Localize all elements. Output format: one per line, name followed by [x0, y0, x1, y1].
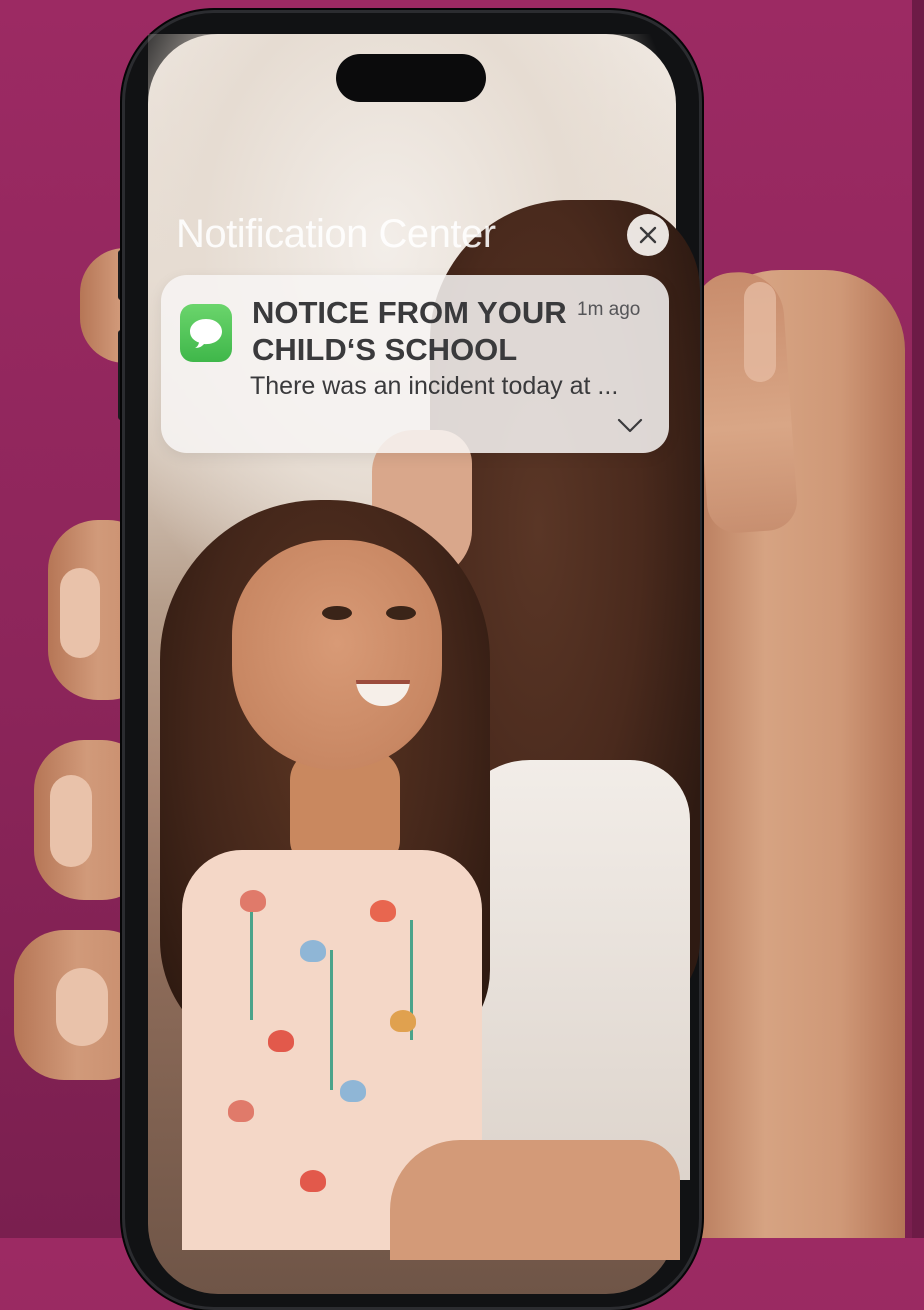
- dress-flower: [240, 890, 266, 912]
- expand-button[interactable]: [616, 416, 644, 436]
- messages-app-icon: [180, 304, 232, 362]
- dress-flower: [300, 940, 326, 962]
- finger-nail-4: [56, 968, 108, 1046]
- dress-flower: [340, 1080, 366, 1102]
- finger-nail-2: [60, 568, 100, 658]
- dress-flower: [370, 900, 396, 922]
- message-bubble-icon: [190, 319, 222, 348]
- background-edge: [912, 0, 924, 1238]
- notification-body: There was an incident today at ...: [250, 372, 619, 400]
- dress-stem: [250, 900, 253, 1020]
- dynamic-island: [336, 54, 486, 102]
- dress-flower: [390, 1010, 416, 1032]
- notification-title-line-1: NOTICE FROM YOUR: [252, 295, 567, 330]
- notification-title-line-2: CHILD‘S SCHOOL: [252, 332, 518, 367]
- wallpaper-girl-eye-left: [322, 606, 352, 620]
- chevron-down-icon: [617, 418, 643, 433]
- finger-nail-3: [50, 775, 92, 867]
- wallpaper-mother-arm: [390, 1140, 680, 1260]
- notification-center-title: Notification Center: [176, 212, 496, 256]
- dress-flower: [300, 1170, 326, 1192]
- close-button[interactable]: [627, 214, 669, 256]
- close-icon: [639, 226, 657, 244]
- notification-time: 1m ago: [577, 299, 641, 320]
- dress-stem: [330, 950, 333, 1090]
- wallpaper-girl-eye-right: [386, 606, 416, 620]
- thumb-nail: [744, 282, 776, 382]
- dress-flower: [268, 1030, 294, 1052]
- dress-flower: [228, 1100, 254, 1122]
- wallpaper-girl-face: [232, 540, 442, 770]
- notification-title: NOTICE FROM YOUR CHILD‘S SCHOOL: [252, 294, 572, 368]
